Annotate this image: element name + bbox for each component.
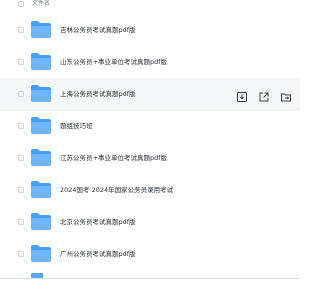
row-actions — [236, 88, 292, 102]
row-checkbox[interactable] — [18, 219, 24, 225]
row-checkbox[interactable] — [18, 187, 24, 193]
folder-icon — [31, 245, 51, 262]
folder-icon — [31, 117, 51, 134]
folder-icon — [31, 85, 51, 102]
file-row-hovered[interactable]: 上海公务员考试真题pdf版 — [0, 78, 300, 111]
row-checkbox[interactable] — [18, 155, 24, 161]
row-checkbox[interactable] — [18, 27, 24, 33]
folder-icon — [31, 53, 51, 70]
file-row[interactable]: 2024国考 2024年国家公务员录用考试 — [0, 174, 300, 207]
file-name[interactable]: 江苏公务员+事业单位考试真题pdf版 — [60, 153, 167, 163]
file-row[interactable]: 广州公务员考试真题pdf版 — [0, 238, 300, 271]
download-icon[interactable] — [236, 88, 248, 102]
file-name[interactable]: 山东公务员+事业单位考试真题pdf版 — [60, 57, 167, 67]
move-to-icon[interactable] — [280, 88, 292, 102]
folder-icon — [31, 21, 51, 38]
file-name[interactable]: 2024国考 2024年国家公务员录用考试 — [60, 185, 173, 195]
file-row[interactable]: 题组技巧班 — [0, 110, 300, 143]
select-all-checkbox[interactable] — [18, 1, 24, 7]
file-name[interactable]: 吉林公务员考试真题pdf版 — [60, 25, 136, 35]
column-header-filename[interactable]: 文件名 — [32, 0, 50, 8]
file-row[interactable]: 北京公务员考试真题pdf版 — [0, 206, 300, 239]
file-name[interactable]: 北京公务员考试真题pdf版 — [60, 217, 136, 227]
divider — [0, 278, 300, 279]
file-list-header: 文件名 — [0, 0, 300, 12]
file-row[interactable]: 江苏公务员+事业单位考试真题pdf版 — [0, 142, 300, 175]
file-row[interactable]: 吉林公务员考试真题pdf版 — [0, 14, 300, 47]
row-checkbox[interactable] — [18, 59, 24, 65]
file-name[interactable]: 题组技巧班 — [60, 121, 93, 131]
folder-icon — [31, 213, 51, 230]
share-icon[interactable] — [258, 88, 270, 102]
file-name[interactable]: 上海公务员考试真题pdf版 — [60, 89, 136, 99]
file-list-page: 文件名 吉林公务员考试真题pdf版 山东公务员+事业单位考试真题pdf版 上海公… — [0, 0, 300, 285]
file-row[interactable]: 山东公务员+事业单位考试真题pdf版 — [0, 46, 300, 79]
row-checkbox[interactable] — [18, 123, 24, 129]
row-checkbox[interactable] — [18, 91, 24, 97]
folder-icon — [31, 181, 51, 198]
folder-icon — [31, 149, 51, 166]
row-checkbox[interactable] — [18, 251, 24, 257]
file-name[interactable]: 广州公务员考试真题pdf版 — [60, 249, 136, 259]
